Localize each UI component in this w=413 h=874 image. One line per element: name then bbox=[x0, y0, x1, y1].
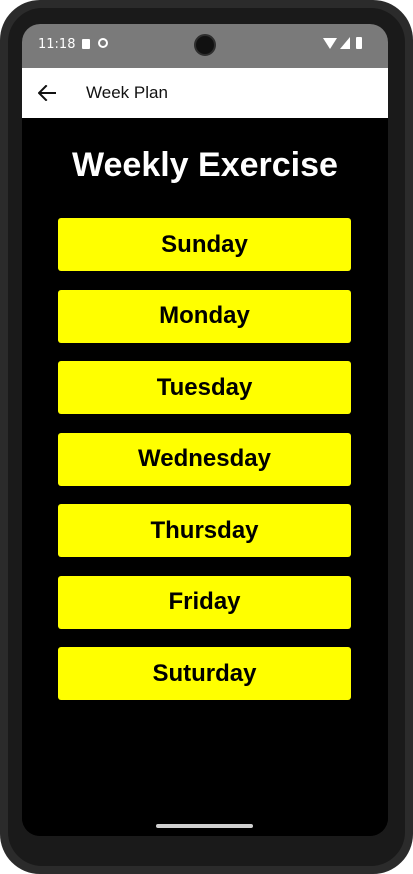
day-list: Sunday Monday Tuesday Wednesday Thursday… bbox=[58, 218, 351, 719]
day-button-tuesday[interactable]: Tuesday bbox=[58, 361, 351, 414]
day-button-thursday[interactable]: Thursday bbox=[58, 504, 351, 557]
day-button-sunday[interactable]: Sunday bbox=[58, 218, 351, 271]
arrow-left-icon bbox=[38, 85, 56, 101]
day-button-friday[interactable]: Friday bbox=[58, 575, 351, 629]
main-content: Weekly Exercise Sunday Monday Tuesday We… bbox=[22, 118, 388, 836]
wifi-icon bbox=[323, 38, 337, 49]
front-camera bbox=[194, 34, 216, 56]
day-button-wednesday[interactable]: Wednesday bbox=[58, 432, 351, 486]
app-bar: Week Plan bbox=[22, 68, 388, 118]
screen: 11:18 Week Plan Weekly Exercise Sunday M… bbox=[22, 24, 388, 836]
home-indicator[interactable] bbox=[156, 824, 253, 828]
sd-card-icon bbox=[82, 39, 90, 49]
phone-frame: 11:18 Week Plan Weekly Exercise Sunday M… bbox=[0, 0, 413, 874]
day-button-monday[interactable]: Monday bbox=[58, 289, 351, 343]
app-bar-title: Week Plan bbox=[86, 83, 168, 102]
notification-icon bbox=[98, 38, 108, 48]
battery-icon bbox=[356, 37, 362, 49]
day-button-saturday[interactable]: Suturday bbox=[58, 647, 351, 700]
status-time: 11:18 bbox=[38, 37, 76, 52]
page-title: Weekly Exercise bbox=[72, 146, 338, 184]
status-bar: 11:18 bbox=[22, 24, 388, 68]
signal-icon bbox=[340, 37, 350, 49]
back-button[interactable] bbox=[32, 78, 62, 108]
